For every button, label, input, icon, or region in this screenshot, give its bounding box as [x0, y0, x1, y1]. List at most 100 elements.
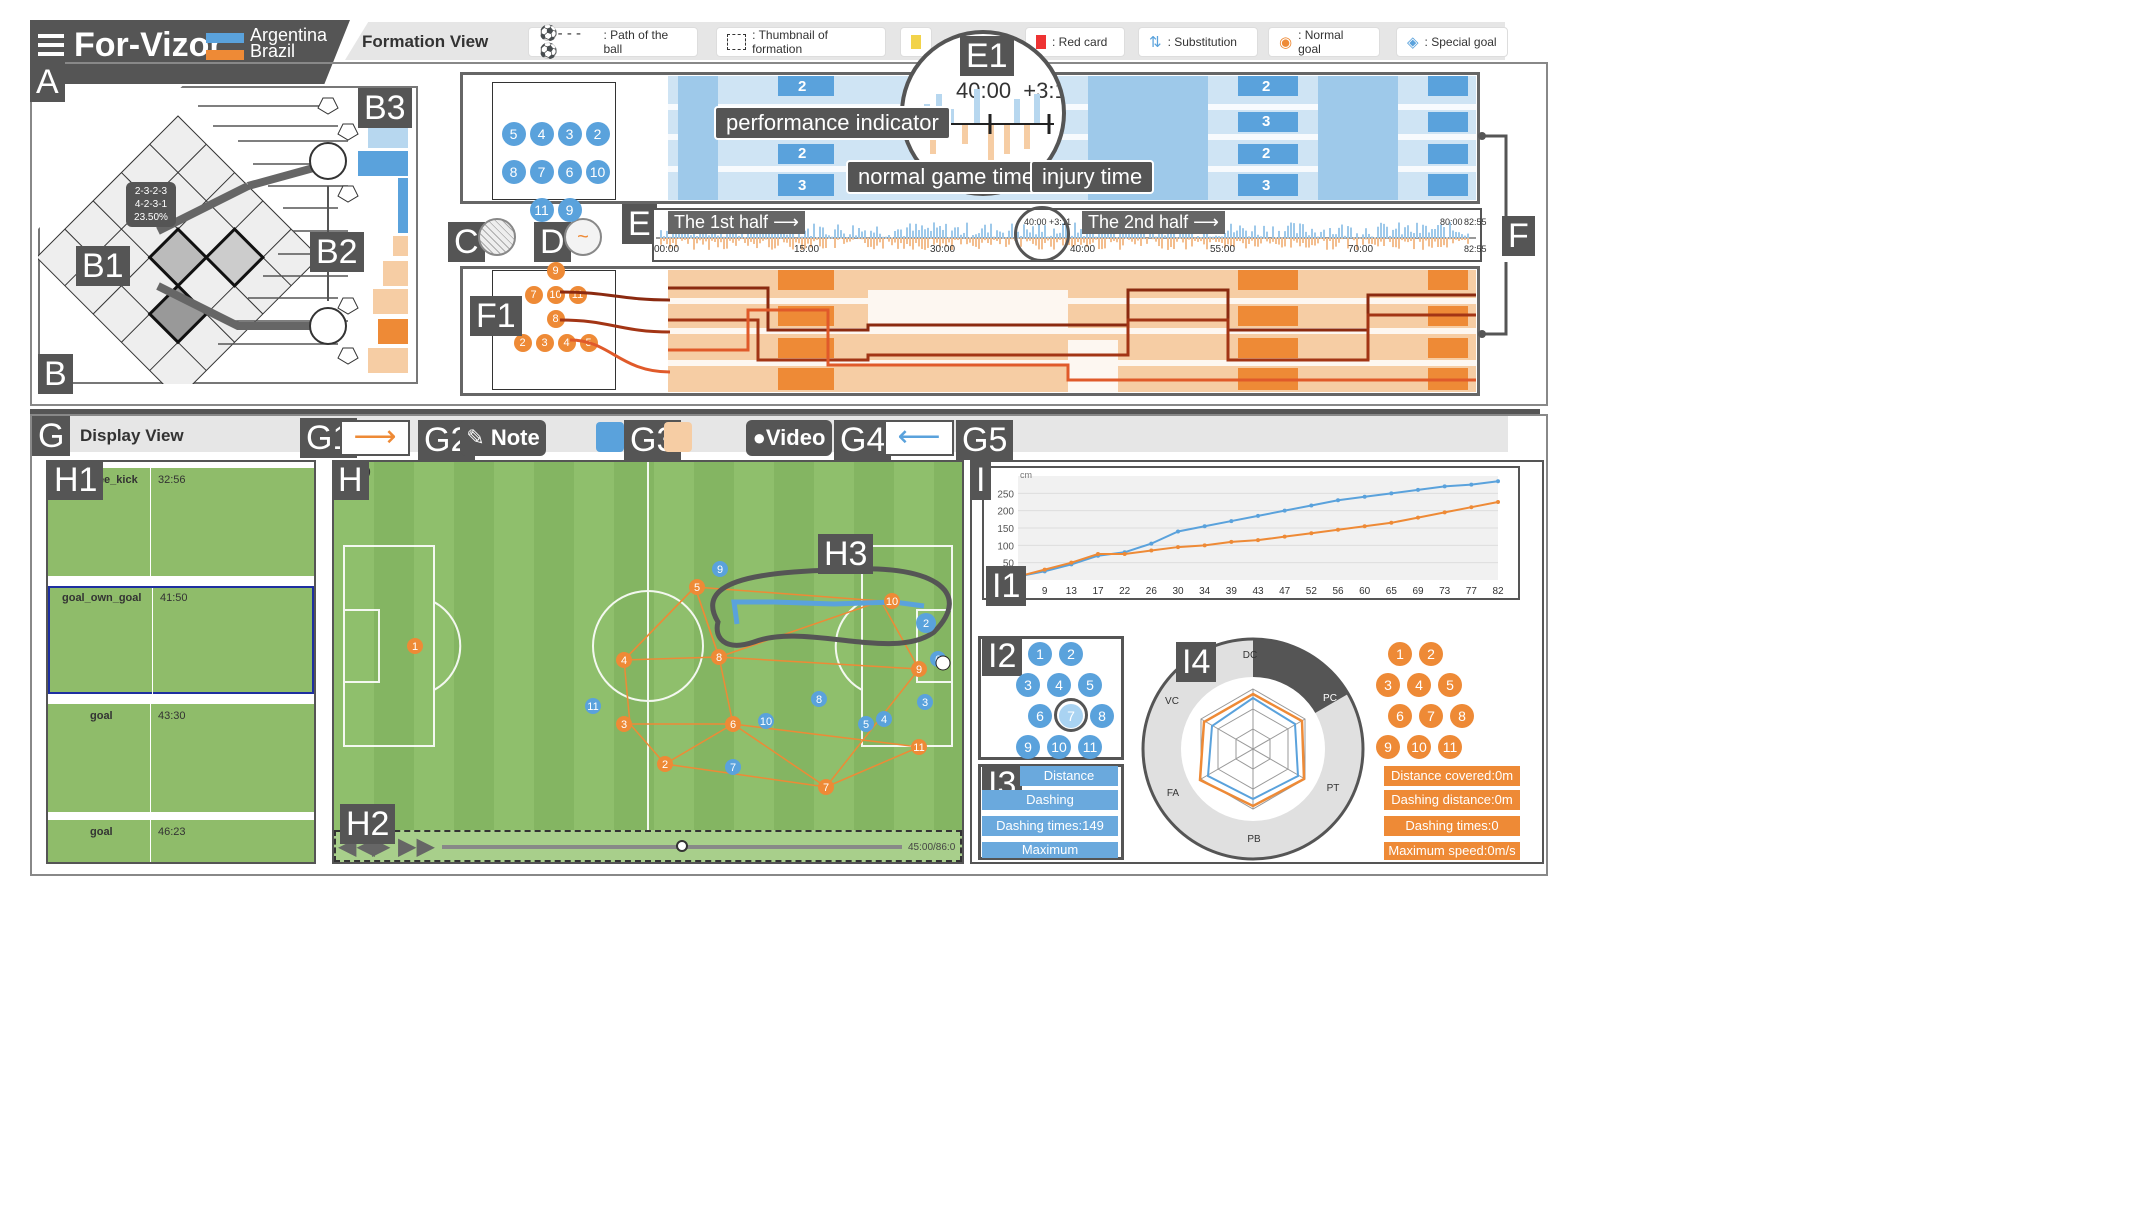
orange-player[interactable]: 3	[535, 334, 554, 352]
timeline-bar-orange	[756, 238, 758, 249]
timeline-bar-blue	[744, 237, 746, 238]
blue-player-chip[interactable]: 10	[1047, 735, 1071, 759]
timeline-bar-orange	[1167, 238, 1169, 250]
blue-player[interactable]: 5	[501, 122, 526, 146]
timeline-bar-orange	[930, 238, 932, 239]
blue-player[interactable]: 9	[557, 198, 582, 222]
blue-players: 5 4 3 2 8 7 6 10 11 9	[498, 122, 613, 222]
legend-formation-thumbnail: : Thumbnail of formation	[716, 27, 886, 57]
timeline-bar-blue	[894, 230, 896, 238]
series-point	[1229, 539, 1234, 544]
label-I: I	[970, 460, 992, 500]
blue-player[interactable]: 7	[529, 160, 554, 184]
path-switch-icon[interactable]: ~	[564, 218, 602, 256]
forward-arrow-button[interactable]: ⟶	[340, 420, 410, 456]
blue-player-chip[interactable]: 11	[1078, 735, 1102, 759]
timeline-bar-blue	[1392, 229, 1394, 238]
timeline-bar-blue	[1002, 232, 1004, 238]
timeline-bar-blue	[660, 230, 662, 238]
timeline-bar-orange	[957, 238, 959, 241]
timeline-bar-orange	[1329, 238, 1331, 241]
timeline-bar-blue	[1284, 231, 1286, 238]
blue-band-label: 3	[1262, 113, 1270, 130]
clip-item-selected[interactable]: goal_own_goal 41:50	[48, 586, 314, 694]
blue-player-chip[interactable]: 9	[1016, 735, 1040, 759]
timeline-bar-orange	[1170, 238, 1172, 248]
timeline-bar-orange	[978, 238, 980, 249]
blue-player-chip[interactable]: 6	[1028, 704, 1052, 728]
progress-thumb[interactable]	[676, 840, 688, 852]
orange-player[interactable]: 7	[524, 286, 543, 304]
orange-player-chip[interactable]: 4	[1407, 673, 1431, 697]
timeline-bar-orange	[873, 238, 875, 250]
note-button[interactable]: ✎ Note	[460, 420, 546, 456]
fast-forward-icon[interactable]: ▶▶	[398, 834, 435, 860]
timeline-bar-blue	[990, 223, 992, 238]
performance-indicator-callout: performance indicator	[714, 106, 951, 140]
timeline-bar-blue	[1407, 225, 1409, 238]
series-point	[1042, 567, 1047, 572]
orange-player-chip[interactable]: 2	[1419, 642, 1443, 666]
timeline-bar-blue	[1227, 230, 1229, 238]
blue-player[interactable]: 10	[585, 160, 610, 184]
blue-player[interactable]: 8	[501, 160, 526, 184]
orange-player-chip[interactable]: 5	[1438, 673, 1462, 697]
timeline-bar-orange	[705, 238, 707, 242]
orange-player-chip[interactable]: 9	[1376, 735, 1400, 759]
blue-team-toggle[interactable]	[596, 422, 624, 452]
timeline-bar-orange	[903, 238, 905, 249]
timeline-bar-orange	[1245, 238, 1247, 249]
timeline-zoom-lens[interactable]	[1014, 206, 1070, 262]
timeline-bar-orange	[1188, 238, 1190, 240]
timeline-bar-blue	[852, 225, 854, 238]
orange-team-toggle[interactable]	[664, 422, 692, 452]
blue-player[interactable]: 11	[529, 198, 554, 222]
x-tick-label: 77	[1466, 586, 1478, 597]
orange-formation-streams[interactable]	[668, 270, 1476, 392]
orange-player-chip[interactable]: 1	[1388, 642, 1412, 666]
timeline-bar-orange	[927, 238, 929, 248]
backward-arrow-button[interactable]: ⟵	[884, 420, 954, 456]
orange-player-chip[interactable]: 3	[1376, 673, 1400, 697]
blue-player-chip[interactable]: 3	[1016, 673, 1040, 697]
timeline-bar-orange	[1128, 238, 1130, 240]
orange-player-chip[interactable]: 11	[1438, 735, 1462, 759]
clip-item[interactable]: goal 43:30	[48, 704, 314, 812]
timeline-bar-blue	[1212, 236, 1214, 238]
timeline-bar-blue	[1446, 237, 1448, 238]
progress-track[interactable]	[442, 845, 902, 849]
timeline-bar-blue	[1422, 224, 1424, 238]
clip-item[interactable]: goal 46:23	[48, 820, 314, 862]
timeline-bar-blue	[1113, 234, 1115, 238]
timeline-bar-orange	[795, 238, 797, 243]
timeline-bar-orange	[1143, 238, 1145, 240]
orange-player-chip[interactable]: 6	[1388, 704, 1412, 728]
timeline-bar-orange	[1320, 238, 1322, 240]
video-button[interactable]: ●Video	[746, 420, 832, 456]
orange-player[interactable]: 2	[513, 334, 532, 352]
timeline-bar-blue	[663, 236, 665, 238]
orange-player-chip[interactable]: 8	[1450, 704, 1474, 728]
blue-player[interactable]: 3	[557, 122, 582, 146]
blue-player-chip[interactable]: 2	[1059, 642, 1083, 666]
team2-label: Brazil	[250, 41, 296, 61]
menu-icon[interactable]	[38, 34, 64, 56]
orange-player-chip[interactable]: 10	[1407, 735, 1431, 759]
orange-player-chip[interactable]: 7	[1419, 704, 1443, 728]
blue-player-chip[interactable]: 5	[1078, 673, 1102, 697]
formation-switch-icon[interactable]	[478, 218, 516, 256]
radar-axis-pb: PB	[1247, 834, 1261, 845]
svg-text:9: 9	[916, 664, 922, 676]
blue-player-chip[interactable]: 4	[1047, 673, 1071, 697]
blue-player-chip[interactable]: 1	[1028, 642, 1052, 666]
timeline-bar-orange	[693, 238, 695, 250]
series-point	[1496, 500, 1500, 504]
timeline-bar-orange	[1284, 238, 1286, 247]
blue-player-chip[interactable]: 8	[1090, 704, 1114, 728]
blue-player[interactable]: 2	[585, 122, 610, 146]
blue-player[interactable]: 6	[557, 160, 582, 184]
blue-player[interactable]: 4	[529, 122, 554, 146]
orange-player[interactable]: 9	[546, 262, 565, 280]
blue-band-label: 3	[798, 177, 806, 194]
label-I1: I1	[986, 566, 1027, 606]
